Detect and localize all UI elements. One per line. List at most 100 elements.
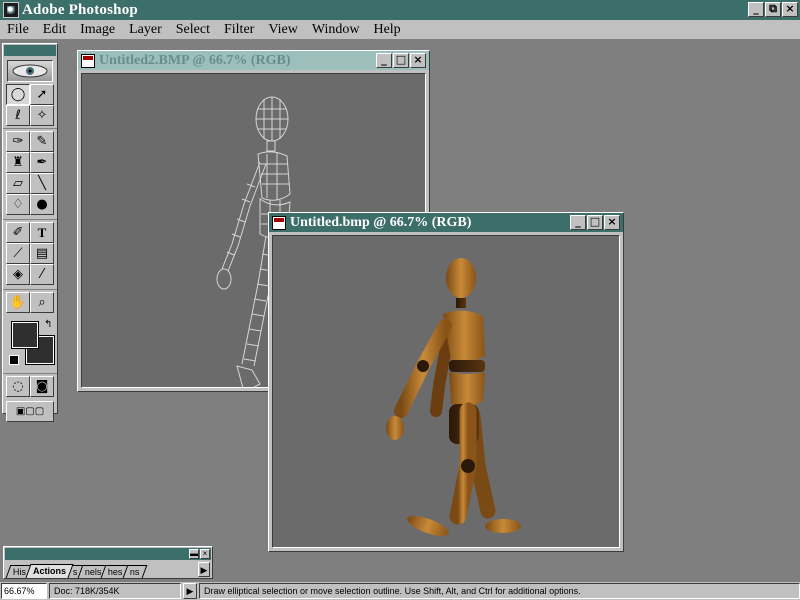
magnifier-icon: ⌕ [38,295,46,310]
zoom-tool[interactable]: ⌕ [30,292,54,313]
palette-tabs: His Actions s nels hes ns ▶ [5,562,210,578]
close-button[interactable]: × [604,215,620,230]
actions-palette: ▬ × His Actions s nels hes ns ▶ [3,546,213,579]
menu-layer[interactable]: Layer [122,22,169,38]
minimize-button[interactable]: _ [748,2,764,17]
quick-mask-mode-button[interactable]: ◙ [30,376,54,397]
document-title: Untitled.bmp @ 66.7% (RGB) [290,214,472,230]
foreground-color-swatch[interactable] [11,321,39,349]
menu-help[interactable]: Help [366,22,407,38]
eraser-tool[interactable]: ▱ [6,173,30,194]
type-tool[interactable]: T [30,222,54,243]
bitmap-document-icon [272,215,286,230]
close-button[interactable]: × [410,53,426,68]
status-menu-arrow-icon[interactable]: ▶ [183,583,197,599]
pen-icon: ✐ [12,225,24,240]
eye-logo-icon[interactable] [7,60,53,82]
pen-tool[interactable]: ✐ [6,222,30,243]
magic-wand-icon: ✧ [36,108,48,123]
bitmap-document-icon [81,53,95,68]
lasso-icon: ℓ [15,108,21,123]
gradient-tool[interactable]: ▤ [30,243,54,264]
magic-wand-tool[interactable]: ✧ [30,105,54,126]
paint-bucket-tool[interactable]: ◈ [6,264,30,285]
blur-tool[interactable]: ♢ [6,194,30,215]
screen-mode-icon: ▣▢▢ [15,406,45,417]
color-swatches: ↰ [6,317,55,371]
line-icon: ╲ [38,176,46,191]
tab-options[interactable]: ns [122,565,147,578]
tool-palette: ◯ ➚ ℓ ✧ ✑ ✎ ♜ ✒ ▱ ╲ ♢ ● ✐ T ⟋ ▤ ◈ ⁄ ✋ ⌕ … [2,43,58,422]
palette-menu-arrow-icon[interactable]: ▶ [198,562,210,577]
app-title: Adobe Photoshop [22,1,138,18]
app-window-buttons: _ ⧉ × [748,2,798,17]
standard-mode-button[interactable]: ◌ [6,376,30,397]
type-icon: T [37,224,47,240]
paintbrush-icon: ✎ [36,134,48,149]
paint-bucket-icon: ◈ [13,267,23,282]
status-hint-text: Draw elliptical selection or move select… [199,583,800,599]
eyedropper-icon: ⁄ [40,267,44,282]
zoom-level-field[interactable]: 66.67% [1,583,47,599]
document-title: Untitled2.BMP @ 66.7% (RGB) [99,52,291,68]
lasso-tool[interactable]: ℓ [6,105,30,126]
hand-tool[interactable]: ✋ [6,292,30,313]
measure-icon: ⟋ [13,246,23,261]
menu-bar: File Edit Image Layer Select Filter View… [0,20,800,40]
rubber-stamp-tool[interactable]: ♜ [6,152,30,173]
paint-tools-group: ✑ ✎ ♜ ✒ ▱ ╲ ♢ ● [3,128,57,215]
maximize-button[interactable]: □ [587,215,603,230]
move-arrow-icon: ➚ [36,87,48,102]
history-brush-tool[interactable]: ✒ [30,152,54,173]
eraser-icon: ▱ [13,176,23,191]
close-button[interactable]: × [782,2,798,17]
palette-minimize-button[interactable]: ▬ [189,549,199,559]
menu-file[interactable]: File [0,22,36,38]
document-title-bar[interactable]: Untitled.bmp @ 66.7% (RGB) _ □ × [269,213,623,232]
move-tool[interactable]: ➚ [30,84,54,105]
burn-tool[interactable]: ● [30,194,54,215]
palette-close-button[interactable]: × [200,549,210,559]
document-size-readout: Doc: 718K/354K [49,583,181,599]
restore-button[interactable]: ⧉ [765,2,781,17]
blur-drop-icon: ♢ [12,197,24,212]
history-brush-icon: ✒ [36,155,48,170]
hand-icon: ✋ [9,295,27,310]
paintbrush-tool[interactable]: ✎ [30,131,54,152]
rubber-stamp-icon: ♜ [12,155,24,170]
view-tools-group: ✋ ⌕ [3,289,57,313]
document-title-bar[interactable]: Untitled2.BMP @ 66.7% (RGB) _ □ × [78,51,429,70]
line-tool[interactable]: ╲ [30,173,54,194]
document-window-untitled: Untitled.bmp @ 66.7% (RGB) _ □ × [268,212,624,552]
tab-actions[interactable]: Actions [25,564,74,578]
menu-image[interactable]: Image [73,22,122,38]
tool-palette-title-bar[interactable] [4,45,56,56]
mask-mode-group: ◌ ◙ [3,373,57,397]
screen-mode-buttons[interactable]: ▣▢▢ [6,401,54,422]
status-bar: 66.67% Doc: 718K/354K ▶ Draw elliptical … [0,582,800,600]
airbrush-icon: ✑ [12,134,24,149]
menu-window[interactable]: Window [305,22,367,38]
burn-icon: ● [36,197,48,212]
document-canvas[interactable] [272,235,620,548]
shape-tools-group: ✐ T ⟋ ▤ ◈ ⁄ [3,219,57,285]
default-colors-icon[interactable] [9,355,19,365]
airbrush-tool[interactable]: ✑ [6,131,30,152]
minimize-button[interactable]: _ [376,53,392,68]
maximize-button[interactable]: □ [393,53,409,68]
document-window-buttons: _ □ × [570,215,620,230]
menu-edit[interactable]: Edit [36,22,73,38]
minimize-button[interactable]: _ [570,215,586,230]
palette-title-bar[interactable]: ▬ × [5,548,211,560]
quick-mask-icon: ◙ [35,379,49,394]
photoshop-app-icon[interactable] [3,2,19,18]
measure-tool[interactable]: ⟋ [6,243,30,264]
menu-view[interactable]: View [261,22,304,38]
standard-mode-icon: ◌ [12,379,24,394]
eyedropper-tool[interactable]: ⁄ [30,264,54,285]
swap-colors-icon[interactable]: ↰ [44,319,52,330]
palette-window-buttons: ▬ × [189,549,210,559]
elliptical-marquee-tool[interactable]: ◯ [6,84,30,105]
menu-select[interactable]: Select [169,22,217,38]
menu-filter[interactable]: Filter [217,22,261,38]
